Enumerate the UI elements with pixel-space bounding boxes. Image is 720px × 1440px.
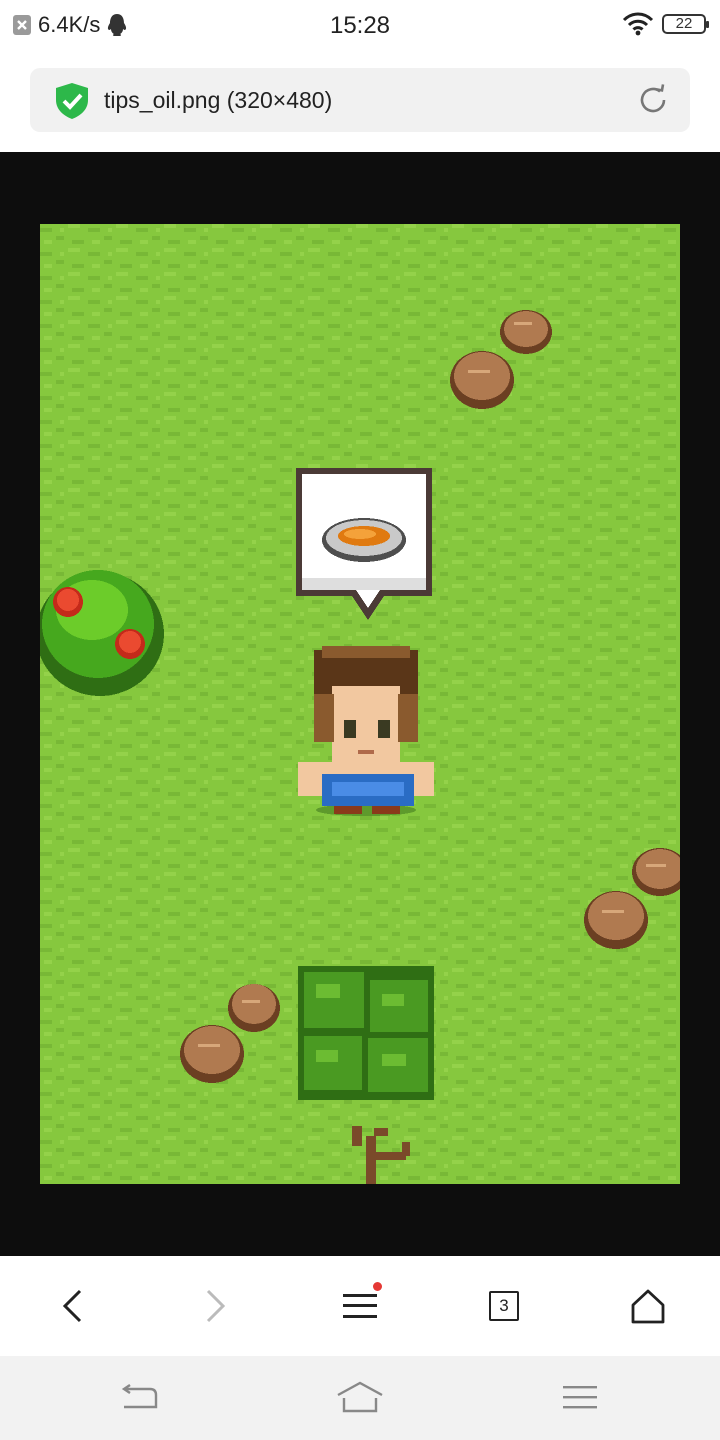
- system-nav-bar: [0, 1356, 720, 1440]
- home-icon: [631, 1289, 665, 1324]
- chevron-left-icon: [62, 1289, 82, 1323]
- rock: [584, 891, 648, 949]
- system-back-button[interactable]: [110, 1378, 170, 1418]
- address-bar[interactable]: tips_oil.png (320×480): [30, 68, 690, 132]
- status-bar: 6.4K/s 15:28 22: [0, 0, 720, 52]
- status-time: 15:28: [329, 12, 391, 39]
- menu-button[interactable]: [332, 1278, 388, 1334]
- page-title[interactable]: tips_oil.png (320×480): [104, 87, 332, 114]
- rock: [228, 984, 280, 1032]
- grass-ground: [40, 224, 680, 1184]
- bowl-of-oil-icon: [322, 518, 406, 562]
- menu-icon: [343, 1294, 377, 1318]
- rock: [180, 1025, 244, 1083]
- chevron-right-icon: [206, 1289, 226, 1323]
- forward-button[interactable]: [188, 1278, 244, 1334]
- battery-icon: 22: [662, 14, 709, 34]
- game-scene: [40, 224, 680, 1184]
- home-button[interactable]: [620, 1278, 676, 1334]
- browser-bottom-nav: 3: [0, 1256, 720, 1356]
- system-menu-button[interactable]: [550, 1378, 610, 1418]
- back-button[interactable]: [44, 1278, 100, 1334]
- recent-apps-icon: [563, 1386, 597, 1409]
- back-arrow-icon: [121, 1384, 158, 1409]
- notification-dot: [373, 1282, 382, 1291]
- rock: [500, 310, 552, 354]
- reload-icon[interactable]: [636, 83, 670, 117]
- tab-count: 3: [489, 1291, 519, 1321]
- tabs-button[interactable]: 3: [476, 1278, 532, 1334]
- status-right: 22: [622, 12, 709, 36]
- image-viewer: [0, 152, 720, 1256]
- leafy-bush: [298, 966, 434, 1100]
- secure-shield-icon: [56, 83, 88, 119]
- rock: [450, 351, 514, 409]
- wifi-icon: [622, 12, 654, 36]
- home-outline-icon: [337, 1381, 383, 1413]
- system-home-button[interactable]: [330, 1378, 390, 1418]
- character: [298, 646, 434, 816]
